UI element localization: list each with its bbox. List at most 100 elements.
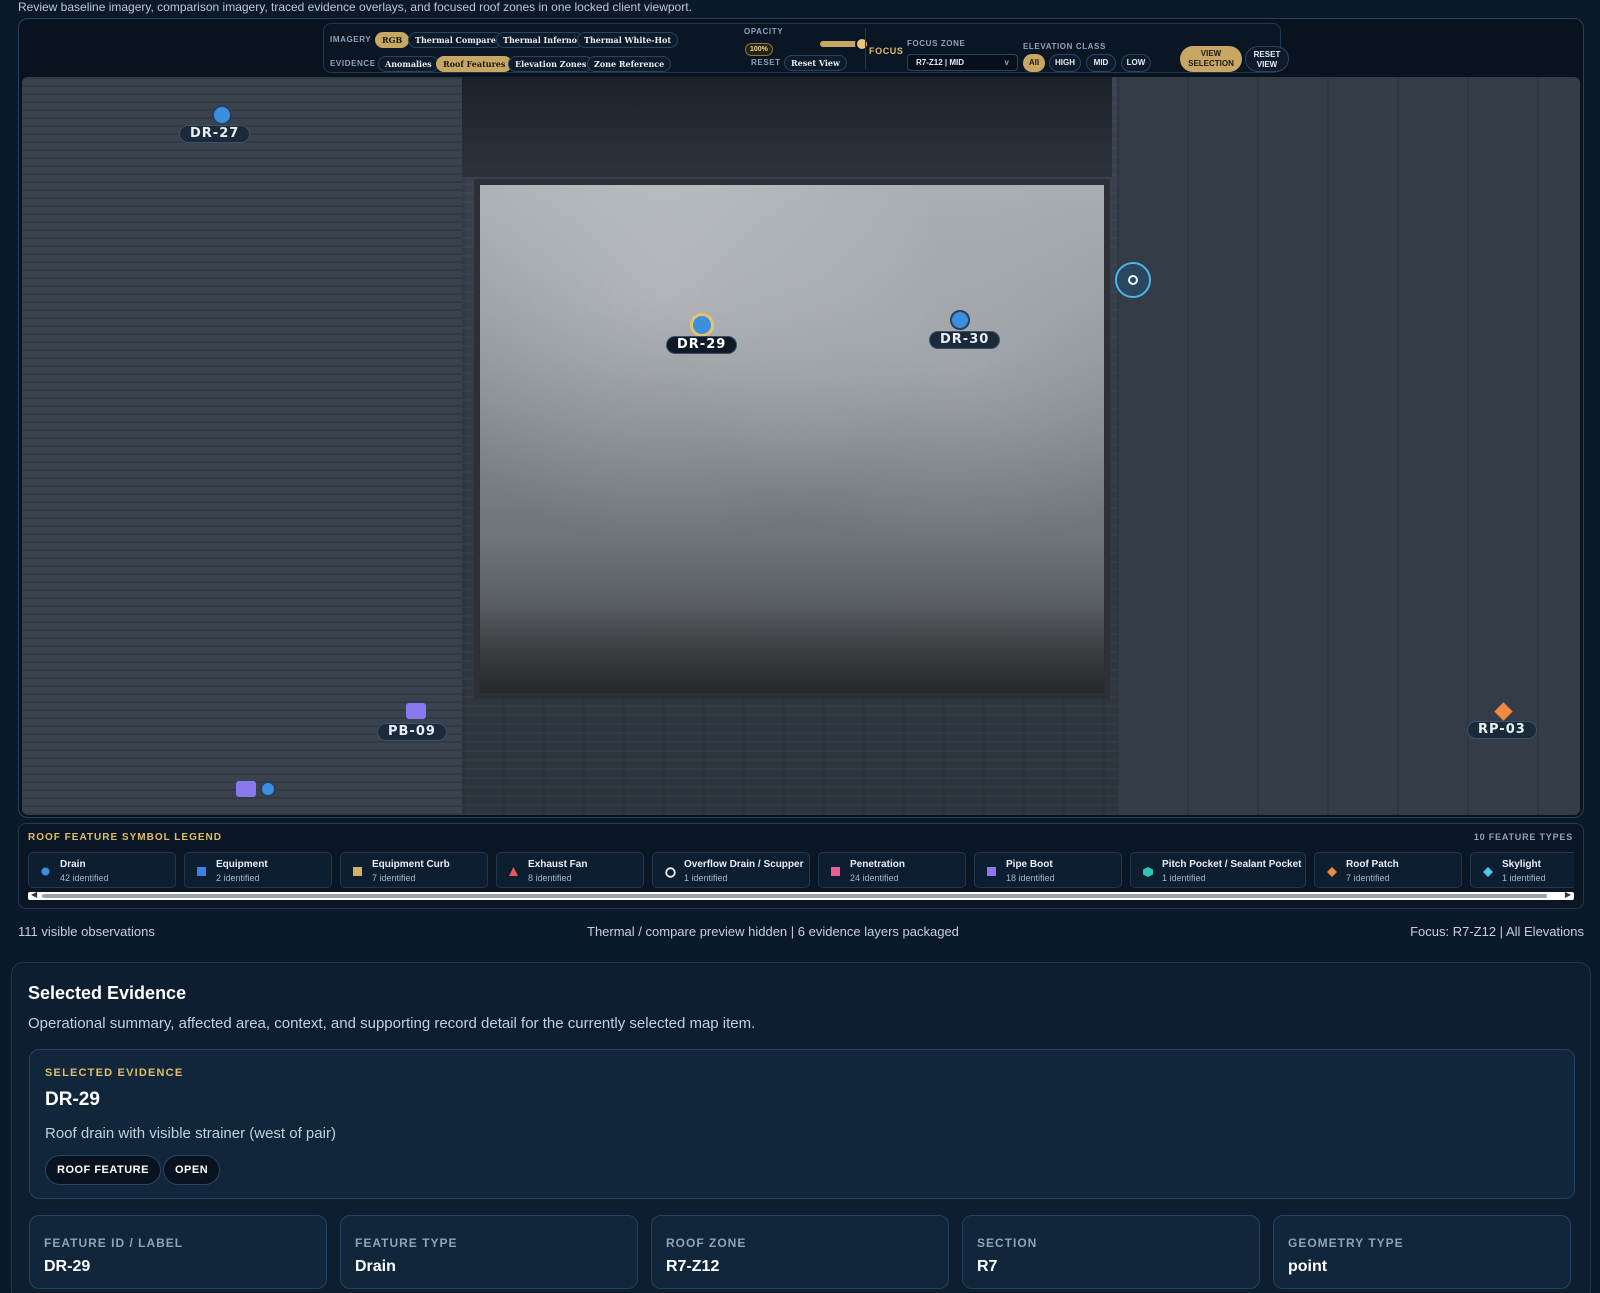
panel-subtitle: Operational summary, affected area, cont…	[28, 1015, 756, 1032]
diamond-icon	[1327, 867, 1337, 877]
legend-item-pipe-boot: Pipe Boot 18 identified	[974, 852, 1122, 888]
diamond-icon	[1483, 867, 1493, 877]
legend-item-count: 8 identified	[528, 873, 572, 883]
legend-item-name: Equipment	[216, 859, 268, 870]
legend-item-count: 42 identified	[60, 873, 109, 883]
drain-marker-icon[interactable]	[950, 310, 970, 330]
evidence-description: Roof drain with visible strainer (west o…	[45, 1125, 336, 1142]
opacity-value: 100%	[745, 43, 773, 56]
hexagon-icon	[1143, 867, 1153, 877]
legend-items[interactable]: Drain 42 identified Equipment 2 identifi…	[28, 852, 1574, 888]
map-viewer: IMAGERY RGB Thermal Compare Thermal Infe…	[18, 18, 1584, 818]
field-value: R7-Z12	[666, 1258, 720, 1275]
field-label: ROOF ZONE	[666, 1236, 747, 1250]
elevation-all-button[interactable]: All	[1023, 54, 1045, 72]
reset-view-line-1: RESET	[1253, 50, 1281, 59]
marker-label[interactable]: RP-03	[1467, 721, 1537, 739]
legend-scroll-thumb[interactable]	[42, 894, 1547, 898]
legend-item-name: Overflow Drain / Scupper	[684, 859, 804, 870]
roof-map[interactable]: DR-27 DR-29 DR-30 PB-09 RP-03	[22, 77, 1580, 815]
field-label: GEOMETRY TYPE	[1288, 1236, 1404, 1250]
elevation-low-button[interactable]: LOW	[1121, 54, 1151, 72]
legend-item-equipment-curb: Equipment Curb 7 identified	[340, 852, 488, 888]
opacity-label: OPACITY	[744, 27, 784, 36]
legend-item-exhaust-fan: Exhaust Fan 8 identified	[496, 852, 644, 888]
view-selection-line-2: SELECTION	[1188, 59, 1234, 68]
roof-surface-east	[1117, 77, 1580, 815]
legend-item-penetration: Penetration 24 identified	[818, 852, 966, 888]
marker-label-selected[interactable]: DR-29	[666, 336, 738, 354]
field-value: point	[1288, 1258, 1328, 1275]
pipe-boot-marker-icon[interactable]	[406, 703, 426, 719]
circle-icon	[41, 867, 50, 876]
legend-item-skylight: Skylight 1 identified	[1470, 852, 1574, 888]
imagery-thermal-compare-button[interactable]: Thermal Compare	[408, 32, 503, 48]
focus-zone-select[interactable]: R7-Z12 | MID v	[907, 54, 1018, 71]
pipe-boot-marker-icon[interactable]	[236, 781, 256, 797]
marker-label[interactable]: DR-27	[179, 125, 251, 143]
evidence-zone-reference-button[interactable]: Zone Reference	[587, 56, 672, 72]
square-icon	[987, 867, 996, 876]
elevation-high-button[interactable]: HIGH	[1049, 54, 1081, 72]
map-toolbar: IMAGERY RGB Thermal Compare Thermal Infe…	[323, 23, 1289, 73]
field-section: SECTION R7	[962, 1215, 1260, 1289]
toolbar-divider	[865, 28, 866, 70]
panel-title: Selected Evidence	[28, 983, 187, 1003]
opacity-slider-thumb[interactable]	[855, 37, 869, 51]
evidence-anomalies-button[interactable]: Anomalies	[378, 56, 439, 72]
field-value: Drain	[355, 1258, 396, 1275]
target-crosshair-icon[interactable]	[1115, 262, 1151, 298]
field-roof-zone: ROOF ZONE R7-Z12	[651, 1215, 949, 1289]
legend-scrollbar[interactable]: ◀ ▶	[28, 890, 1574, 900]
scroll-right-icon[interactable]: ▶	[1565, 890, 1571, 899]
legend-item-count: 7 identified	[372, 873, 416, 883]
field-feature-id: FEATURE ID / LABEL DR-29	[29, 1215, 327, 1289]
roof-section-slab	[474, 179, 1110, 699]
legend-item-name: Skylight	[1502, 859, 1541, 870]
legend-item-drain: Drain 42 identified	[28, 852, 176, 888]
square-icon	[353, 867, 362, 876]
elevation-mid-button[interactable]: MID	[1086, 54, 1116, 72]
drain-marker-icon-selected[interactable]	[690, 313, 714, 337]
field-label: FEATURE TYPE	[355, 1236, 458, 1250]
drain-marker-icon[interactable]	[212, 105, 232, 125]
legend-item-count: 1 identified	[1162, 873, 1206, 883]
layer-status: Thermal / compare preview hidden | 6 evi…	[587, 924, 959, 939]
drain-marker-icon[interactable]	[260, 781, 276, 797]
square-icon	[197, 867, 206, 876]
field-label: FEATURE ID / LABEL	[44, 1236, 184, 1250]
legend-item-count: 2 identified	[216, 873, 260, 883]
marker-label[interactable]: PB-09	[377, 723, 447, 741]
page-intro: Review baseline imagery, comparison imag…	[18, 0, 692, 14]
view-selection-button[interactable]: VIEW SELECTION	[1180, 46, 1242, 72]
elevation-class-label: ELEVATION CLASS	[1023, 42, 1106, 51]
roof-feature-legend: ROOF FEATURE SYMBOL LEGEND 10 FEATURE TY…	[18, 823, 1584, 909]
legend-item-roof-patch: Roof Patch 7 identified	[1314, 852, 1462, 888]
roof-surface-north	[462, 77, 1112, 177]
legend-title: ROOF FEATURE SYMBOL LEGEND	[28, 832, 222, 843]
triangle-icon	[509, 867, 518, 876]
legend-item-name: Equipment Curb	[372, 859, 450, 870]
legend-item-name: Roof Patch	[1346, 859, 1399, 870]
focus-status: Focus: R7-Z12 | All Elevations	[1410, 924, 1584, 939]
evidence-roof-features-button[interactable]: Roof Features	[436, 56, 513, 72]
marker-label[interactable]: DR-30	[929, 331, 1001, 349]
visible-observations-count: 111 visible observations	[18, 924, 155, 939]
scroll-left-icon[interactable]: ◀	[31, 890, 37, 899]
legend-item-count: 24 identified	[850, 873, 899, 883]
reset-view-line-2: VIEW	[1256, 60, 1278, 69]
field-feature-type: FEATURE TYPE Drain	[340, 1215, 638, 1289]
imagery-thermal-inferno-button[interactable]: Thermal Inferno	[496, 32, 585, 48]
evidence-label: EVIDENCE	[330, 59, 376, 68]
selected-evidence-panel: Selected Evidence Operational summary, a…	[11, 962, 1591, 1293]
legend-item-count: 7 identified	[1346, 873, 1390, 883]
legend-item-pitch-pocket: Pitch Pocket / Sealant Pocket 1 identifi…	[1130, 852, 1306, 888]
imagery-thermal-white-hot-button[interactable]: Thermal White-Hot	[577, 32, 679, 48]
legend-count: 10 FEATURE TYPES	[1473, 832, 1573, 842]
reset-view-button[interactable]: Reset View	[784, 55, 847, 71]
reset-view-button-2[interactable]: RESET VIEW	[1245, 46, 1289, 72]
chevron-down-icon: v	[1004, 58, 1009, 67]
imagery-rgb-button[interactable]: RGB	[375, 32, 410, 48]
legend-item-name: Pipe Boot	[1006, 859, 1053, 870]
evidence-elevation-zones-button[interactable]: Elevation Zones	[508, 56, 594, 72]
